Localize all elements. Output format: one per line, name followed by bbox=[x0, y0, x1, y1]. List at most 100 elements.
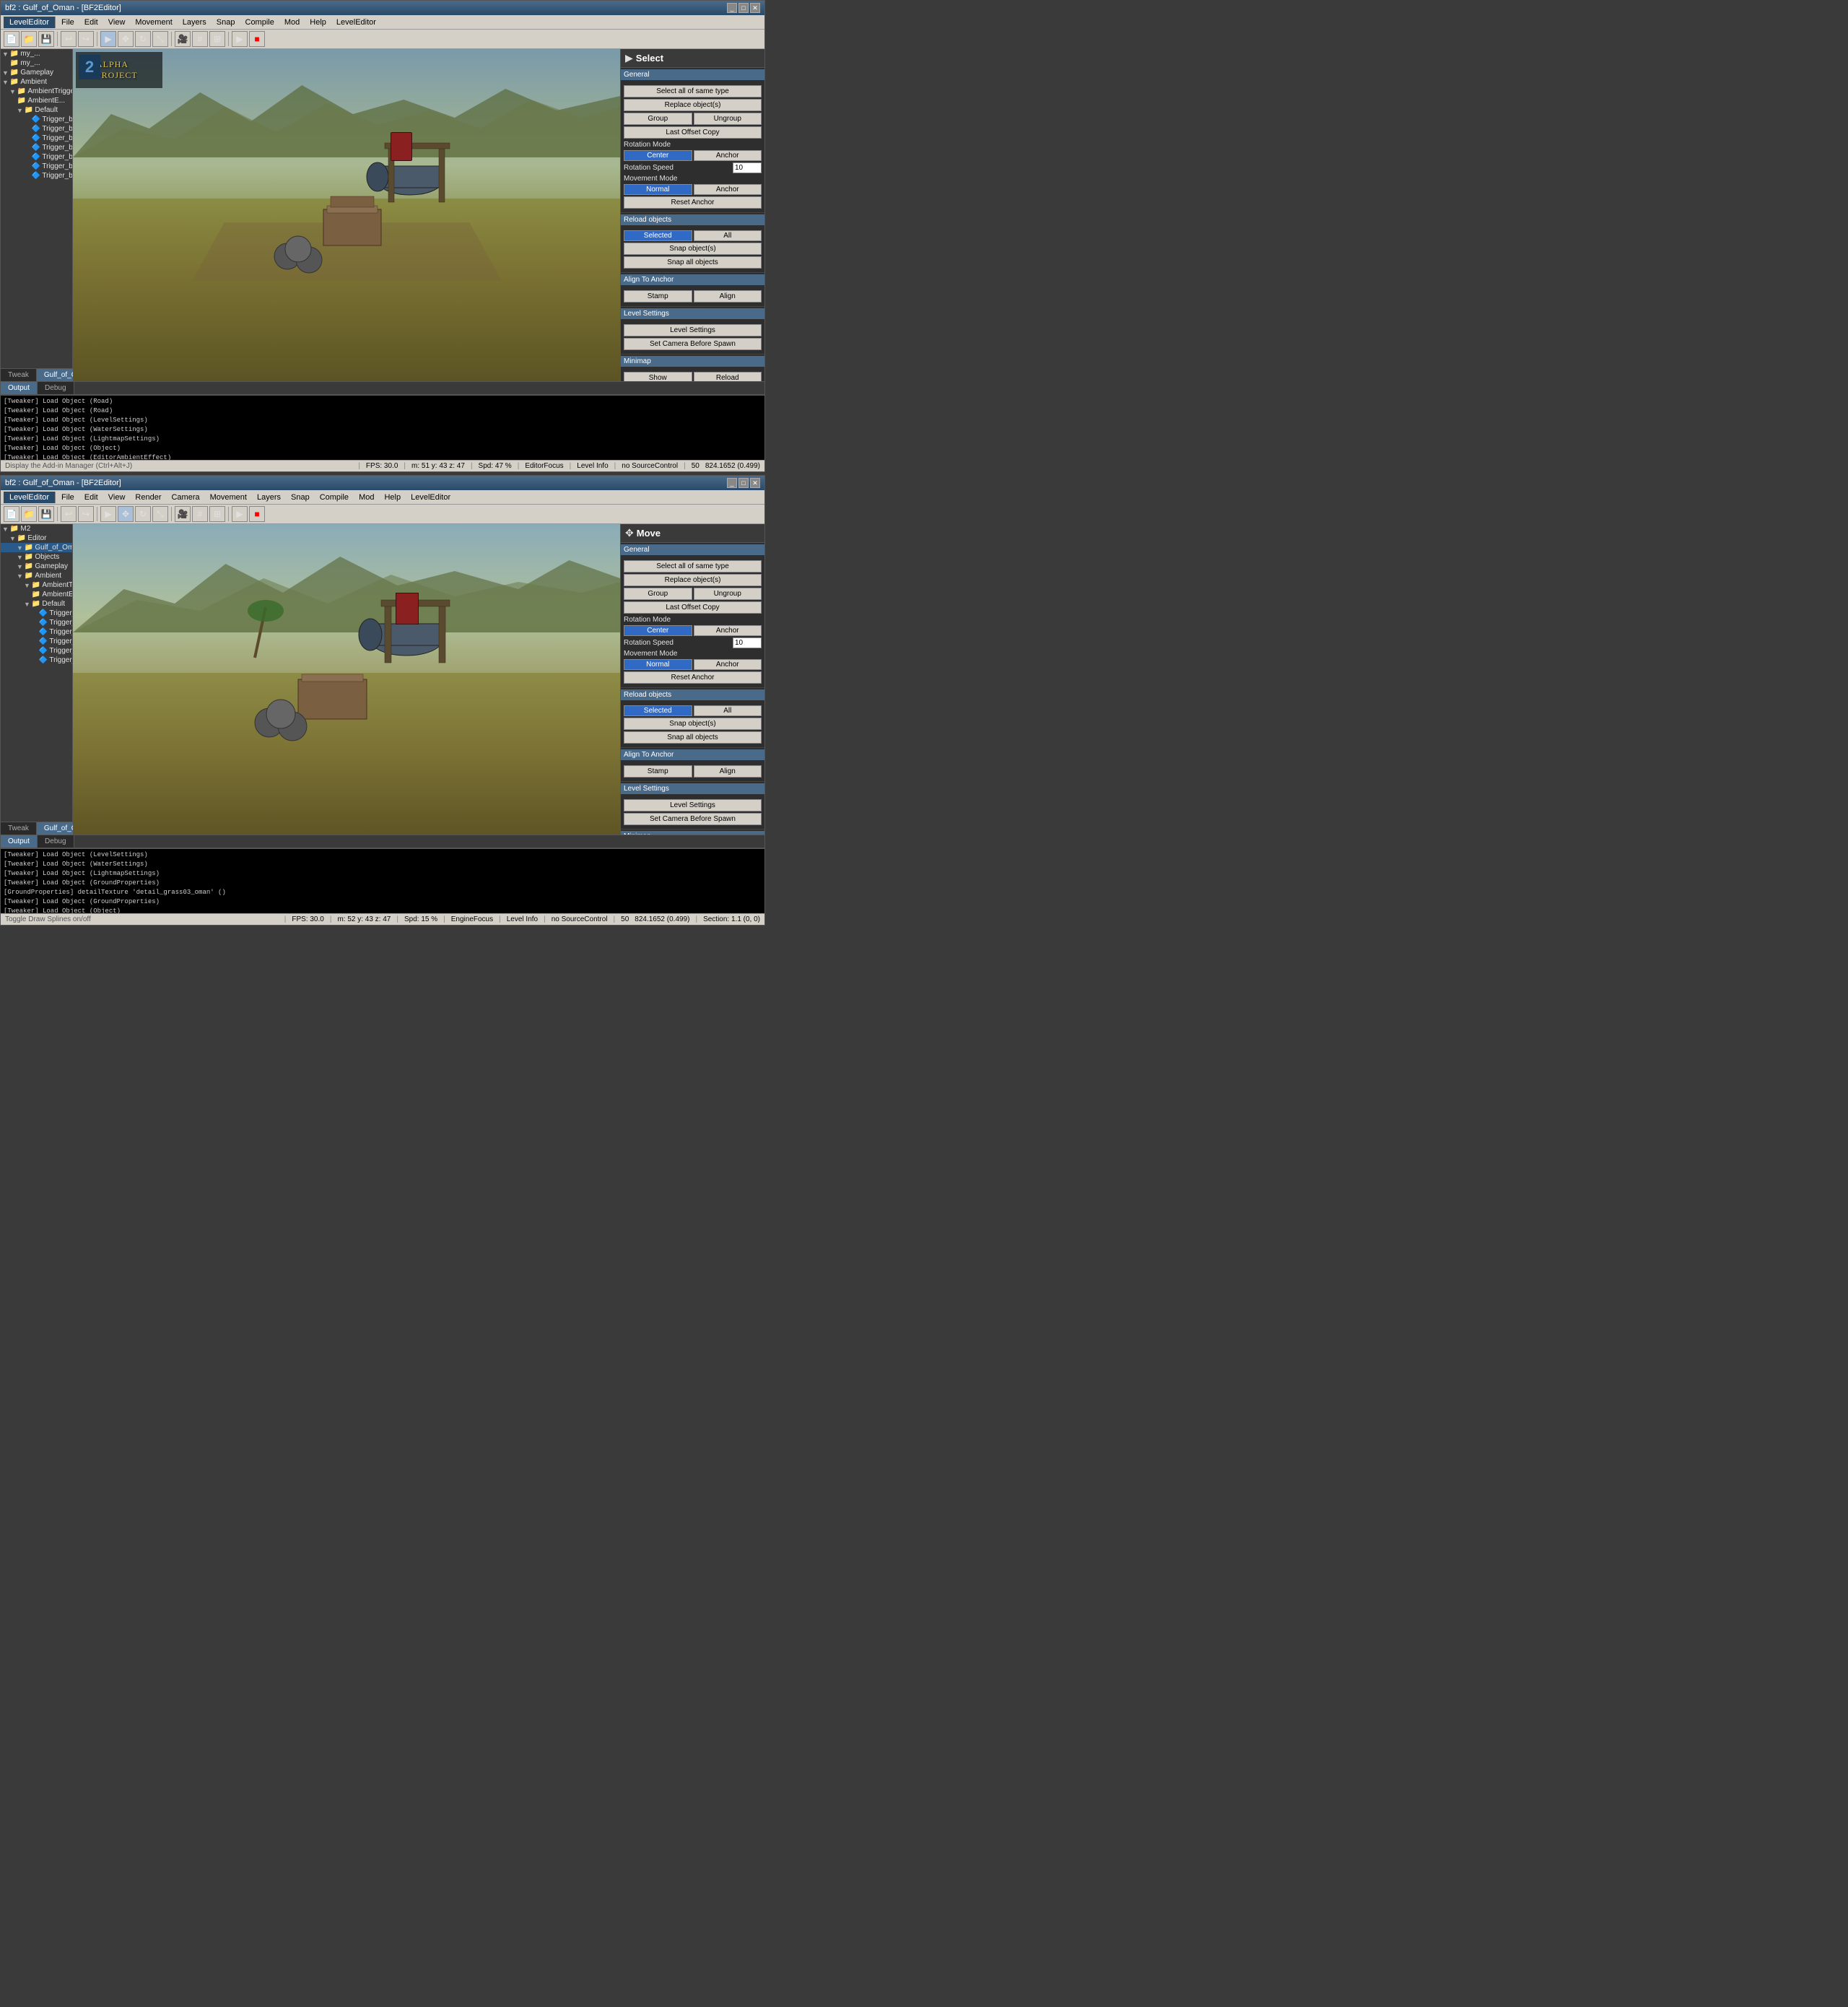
all-reload-btn-2[interactable]: All bbox=[694, 705, 762, 716]
viewport-1[interactable]: 2 ALPHA PROJECT bbox=[73, 49, 620, 381]
tree-item[interactable]: ▼🔷Trigger_birdl_A... bbox=[1, 646, 72, 656]
reset-anchor-btn-1[interactable]: Reset Anchor bbox=[624, 196, 762, 209]
toolbar-undo-1[interactable]: ↩ bbox=[61, 31, 77, 47]
tree-item[interactable]: ▼🔷Trigger_birdl_A... bbox=[1, 115, 72, 124]
snap-objects-btn-2[interactable]: Snap object(s) bbox=[624, 718, 762, 730]
anchor-radio-2[interactable]: Anchor bbox=[694, 625, 762, 636]
console-panel-1[interactable]: [Tweaker] Load Object (Road)[Tweaker] Lo… bbox=[1, 395, 764, 460]
tree-item[interactable]: ▼📁AmbientE... bbox=[1, 590, 72, 599]
minimize-btn-1[interactable]: _ bbox=[727, 3, 737, 13]
ungroup-btn-1[interactable]: Ungroup bbox=[694, 113, 762, 125]
tree-item[interactable]: ▼🔷Trigger_birdl_A... bbox=[1, 656, 72, 665]
debug-tab-1[interactable]: Debug bbox=[38, 382, 74, 394]
toolbar-select-1[interactable]: ▶ bbox=[100, 31, 116, 47]
menu-leveleditor-2[interactable]: LevelEditor bbox=[406, 492, 455, 503]
minimize-btn-2[interactable]: _ bbox=[727, 478, 737, 488]
tab-tweak-1[interactable]: Tweak bbox=[1, 369, 37, 381]
toolbar-redo-2[interactable]: ↪ bbox=[78, 506, 94, 522]
rotation-speed-input-2[interactable] bbox=[733, 637, 762, 648]
toolbar-save-2[interactable]: 💾 bbox=[38, 506, 54, 522]
toolbar-open-2[interactable]: 📁 bbox=[21, 506, 37, 522]
replace-objects-btn-1[interactable]: Replace object(s) bbox=[624, 99, 762, 111]
toolbar-snap-1[interactable]: ⊞ bbox=[209, 31, 225, 47]
stamp-btn-1[interactable]: Stamp bbox=[624, 290, 692, 302]
anchor-movement-radio-2[interactable]: Anchor bbox=[694, 659, 762, 670]
snap-all-btn-1[interactable]: Snap all objects bbox=[624, 256, 762, 269]
center-radio-1[interactable]: Center bbox=[624, 150, 692, 161]
menu-view-2[interactable]: View bbox=[104, 492, 130, 503]
viewport-canvas-2[interactable] bbox=[73, 524, 620, 835]
viewport-2[interactable] bbox=[73, 524, 620, 835]
tree-item[interactable]: ▼🔷Trigger_birdl_A... bbox=[1, 152, 72, 162]
select-same-type-btn-1[interactable]: Select all of same type bbox=[624, 85, 762, 97]
menu-edit-1[interactable]: Edit bbox=[80, 17, 103, 28]
tree-item[interactable]: ▼🔷Trigger_birdl_A... bbox=[1, 143, 72, 152]
last-offset-copy-btn-1[interactable]: Last Offset Copy bbox=[624, 126, 762, 139]
menu-edit-2[interactable]: Edit bbox=[80, 492, 103, 503]
menu-render-2[interactable]: Render bbox=[131, 492, 165, 503]
toolbar-save-1[interactable]: 💾 bbox=[38, 31, 54, 47]
set-camera-btn-1[interactable]: Set Camera Before Spawn bbox=[624, 338, 762, 350]
menu-mod-1[interactable]: Mod bbox=[280, 17, 304, 28]
menu-layers-2[interactable]: Layers bbox=[253, 492, 285, 503]
group-btn-2[interactable]: Group bbox=[624, 588, 692, 600]
tree-item[interactable]: ▼🔷Trigger_birdl_A... bbox=[1, 637, 72, 646]
menu-file-1[interactable]: File bbox=[57, 17, 79, 28]
tree-item[interactable]: ▼🔷Trigger_birdl_A... bbox=[1, 627, 72, 637]
tree-item[interactable]: ▼📁Default bbox=[1, 599, 72, 609]
level-settings-btn-2[interactable]: Level Settings bbox=[624, 799, 762, 811]
reset-anchor-btn-2[interactable]: Reset Anchor bbox=[624, 671, 762, 684]
group-btn-1[interactable]: Group bbox=[624, 113, 692, 125]
menu-help-1[interactable]: Help bbox=[305, 17, 331, 28]
toolbar-new-1[interactable]: 📄 bbox=[4, 31, 19, 47]
menu-help-2[interactable]: Help bbox=[380, 492, 405, 503]
set-camera-btn-2[interactable]: Set Camera Before Spawn bbox=[624, 813, 762, 825]
menu-camera-2[interactable]: Camera bbox=[167, 492, 204, 503]
toolbar-camera-2[interactable]: 🎥 bbox=[175, 506, 191, 522]
console-panel-2[interactable]: [Tweaker] Load Object (LevelSettings)[Tw… bbox=[1, 848, 764, 913]
output-tab-1[interactable]: Output bbox=[1, 382, 38, 394]
tree-item[interactable]: ▼📁Gameplay bbox=[1, 562, 72, 571]
output-tab-2[interactable]: Output bbox=[1, 835, 38, 848]
stamp-btn-2[interactable]: Stamp bbox=[624, 765, 692, 778]
toolbar-scale-1[interactable]: ⤡ bbox=[152, 31, 168, 47]
toolbar-select-2[interactable]: ▶ bbox=[100, 506, 116, 522]
toolbar-snap-2[interactable]: ⊞ bbox=[209, 506, 225, 522]
menu-snap-2[interactable]: Snap bbox=[287, 492, 314, 503]
toolbar-grid-2[interactable]: # bbox=[192, 506, 208, 522]
viewport-canvas-1[interactable]: 2 ALPHA PROJECT bbox=[73, 49, 620, 381]
close-btn-1[interactable]: ✕ bbox=[750, 3, 760, 13]
align-btn-2[interactable]: Align bbox=[694, 765, 762, 778]
tree-item[interactable]: ▼🔷Trigger_birdl_A... bbox=[1, 171, 72, 180]
toolbar-scale-2[interactable]: ⤡ bbox=[152, 506, 168, 522]
tree-item[interactable]: ▼📁Gameplay bbox=[1, 68, 72, 77]
show-btn-1[interactable]: Show bbox=[624, 372, 692, 381]
tree-item[interactable]: ▼📁Ambient bbox=[1, 571, 72, 580]
toolbar-move-1[interactable]: ✥ bbox=[118, 31, 134, 47]
toolbar-open-1[interactable]: 📁 bbox=[21, 31, 37, 47]
menu-mod-2[interactable]: Mod bbox=[354, 492, 378, 503]
select-same-type-btn-2[interactable]: Select all of same type bbox=[624, 560, 762, 573]
tree-item[interactable]: ▼🔷Trigger_birdl_A... bbox=[1, 609, 72, 618]
replace-objects-btn-2[interactable]: Replace object(s) bbox=[624, 574, 762, 586]
toolbar-stop-1[interactable]: ■ bbox=[249, 31, 265, 47]
toolbar-grid-1[interactable]: # bbox=[192, 31, 208, 47]
level-settings-btn-1[interactable]: Level Settings bbox=[624, 324, 762, 336]
align-btn-1[interactable]: Align bbox=[694, 290, 762, 302]
toolbar-rotate-2[interactable]: ↻ bbox=[135, 506, 151, 522]
maximize-btn-2[interactable]: □ bbox=[738, 478, 749, 488]
menu-compile-1[interactable]: Compile bbox=[241, 17, 279, 28]
toolbar-undo-2[interactable]: ↩ bbox=[61, 506, 77, 522]
menu-file-2[interactable]: File bbox=[57, 492, 79, 503]
menu-leveleditor-1[interactable]: LevelEditor bbox=[332, 17, 380, 28]
tree-item[interactable]: ▼🔷Trigger_birdl_A... bbox=[1, 124, 72, 134]
menu-compile-2[interactable]: Compile bbox=[315, 492, 353, 503]
tree-item[interactable]: ▼📁Editor bbox=[1, 534, 72, 543]
toolbar-run-2[interactable]: ▶ bbox=[232, 506, 248, 522]
tree-item[interactable]: ▼🔷Trigger_birdl_A... bbox=[1, 162, 72, 171]
tree-item[interactable]: ▼🔷Trigger_birdl_A... bbox=[1, 618, 72, 627]
tree-item[interactable]: ▼🔷Trigger_birdl_A... bbox=[1, 134, 72, 143]
tree-item[interactable]: ▼📁M2 bbox=[1, 524, 72, 534]
all-reload-btn-1[interactable]: All bbox=[694, 230, 762, 241]
toolbar-move-2[interactable]: ✥ bbox=[118, 506, 134, 522]
